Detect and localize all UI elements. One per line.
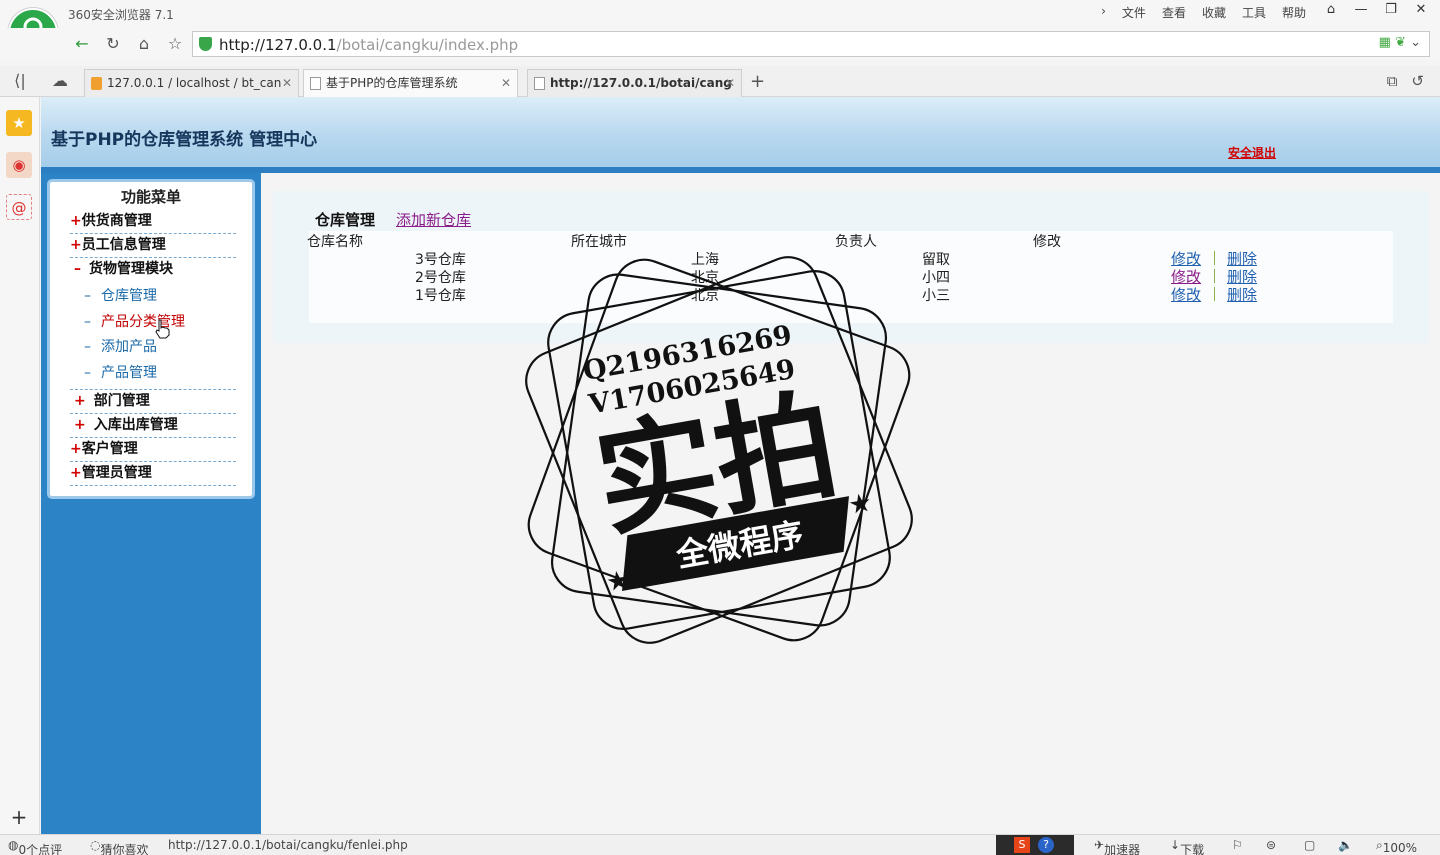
menu-item-suppliers[interactable]: +供货商管理 (70, 210, 236, 234)
tab-close-icon[interactable]: ✕ (282, 70, 292, 96)
menu-item-customers[interactable]: +客户管理 (70, 438, 236, 462)
tab-label: 127.0.0.1 / localhost / bt_can (107, 76, 282, 90)
status-bar: ◍ 0个点评 ◌ 猜你喜欢 http://127.0.0.1/botai/can… (0, 834, 1440, 855)
url-path: /botai/cangku/index.php (336, 36, 519, 54)
link-separator (1214, 269, 1215, 283)
sound-icon[interactable]: 🔈 (1338, 838, 1353, 852)
page-title: 基于PHP的仓库管理系统 管理中心 (51, 130, 318, 150)
skin-icon[interactable]: ⌂ (1320, 2, 1342, 17)
table-cell-name: 1号仓库 (415, 288, 466, 304)
table-cell-manager: 小三 (922, 288, 950, 304)
function-menu: 功能菜单 +供货商管理 +员工信息管理 – 货物管理模块 – 仓库管理 – 产品分类管… (47, 179, 255, 499)
sogou-icon[interactable]: S (1014, 837, 1030, 853)
left-panel: 功能菜单 +供货商管理 +员工信息管理 – 货物管理模块 – 仓库管理 – 产品分类管… (41, 173, 261, 834)
column-header-city: 所在城市 (571, 234, 627, 250)
add-sidebar-icon[interactable]: + (6, 804, 32, 830)
menu-item-stock[interactable]: + 入库出库管理 (70, 414, 236, 438)
download-button[interactable]: ↓ 下载 (1170, 838, 1204, 855)
tab-tools: ⧉ ↺ (1387, 72, 1424, 90)
url-extension-icons[interactable]: ▦ ❦ ⌄ (1379, 35, 1421, 50)
reviews-status[interactable]: ◍ 0个点评 (8, 838, 62, 855)
star-icon[interactable]: ☆ (163, 32, 187, 56)
collapse-sidebar-icon[interactable]: ⟨| (8, 69, 32, 93)
menu-item-departments[interactable]: + 部门管理 (70, 389, 236, 414)
menu-chevron-icon[interactable]: › (1097, 4, 1110, 21)
sub-item-warehouse[interactable]: – 仓库管理 (84, 285, 157, 307)
tab-label: http://127.0.0.1/botai/cang (550, 76, 732, 90)
page-header: 基于PHP的仓库管理系统 管理中心 安全退出 (41, 97, 1440, 173)
mail-icon[interactable]: @ (6, 194, 32, 220)
help-icon[interactable]: ? (1038, 837, 1054, 853)
section-title: 仓库管理 (315, 211, 376, 229)
column-header-edit: 修改 (1033, 234, 1061, 250)
link-separator (1214, 287, 1215, 301)
phpmyadmin-icon (91, 77, 102, 90)
table-cell-name: 2号仓库 (415, 270, 466, 286)
browser-title-bar: 360安全浏览器 7.1 › 文件 查看 收藏 工具 帮助 ⌂ — ❐ ✕ (0, 0, 1440, 28)
table-cell-manager: 小四 (922, 270, 950, 286)
tab-warehouse-system[interactable]: 基于PHP的仓库管理系统 ✕ (303, 69, 518, 97)
new-tab-icon[interactable]: + (750, 71, 765, 92)
menu-file[interactable]: 文件 (1118, 4, 1150, 21)
zoom-control[interactable]: ⌕ 100% (1376, 838, 1417, 855)
url-input[interactable]: http://127.0.0.1/botai/cangku/index.php … (192, 31, 1430, 57)
menu-help[interactable]: 帮助 (1278, 4, 1310, 21)
add-warehouse-link[interactable]: 添加新仓库 (396, 209, 471, 230)
browser-menu: › 文件 查看 收藏 工具 帮助 (1097, 4, 1310, 21)
close-button[interactable]: ✕ (1410, 2, 1432, 17)
address-bar: ← ↻ ⌂ ☆ http://127.0.0.1/botai/cangku/in… (0, 28, 1440, 60)
favorites-star-icon[interactable]: ★ (6, 110, 32, 136)
weibo-icon[interactable]: ◉ (6, 152, 32, 178)
table-cell-name: 3号仓库 (415, 252, 466, 268)
watermark-stamp: Q2196316269 V1706025649 实拍 全微程序 ★ ★ (525, 256, 913, 644)
sub-item-add-product[interactable]: – 添加产品 (84, 336, 157, 358)
tab-close-icon[interactable]: ✕ (725, 70, 735, 96)
ie-mode-icon[interactable]: ⊜ (1266, 838, 1276, 852)
tab-bar: ⟨| ☁ 127.0.0.1 / localhost / bt_can ✕ 基于… (0, 66, 1440, 97)
menu-tools[interactable]: 工具 (1238, 4, 1270, 21)
tab-label: 基于PHP的仓库管理系统 (326, 76, 458, 90)
url-host: http://127.0.0.1 (219, 36, 337, 54)
status-link-url: http://127.0.0.1/botai/cangku/fenlei.php (168, 838, 408, 852)
column-header-name: 仓库名称 (307, 234, 363, 250)
menu-view[interactable]: 查看 (1158, 4, 1190, 21)
table-cell-manager: 留取 (922, 252, 950, 268)
flag-icon[interactable]: ⚐ (1232, 838, 1243, 852)
home-icon[interactable]: ⌂ (132, 32, 156, 56)
back-arrow-icon[interactable]: ← (70, 32, 94, 56)
tab-phpmyadmin[interactable]: 127.0.0.1 / localhost / bt_can ✕ (84, 69, 299, 97)
sub-item-products[interactable]: – 产品管理 (84, 362, 157, 384)
maximize-button[interactable]: ❐ (1380, 2, 1402, 17)
cloud-icon[interactable]: ☁ (48, 69, 72, 93)
guess-status[interactable]: ◌ 猜你喜欢 (90, 838, 149, 855)
tab-close-icon[interactable]: ✕ (501, 70, 511, 96)
star-icon: ★ (846, 488, 874, 522)
edit-link[interactable]: 修改 (1171, 284, 1201, 305)
menu-item-goods[interactable]: – 货物管理模块 (70, 258, 236, 282)
security-shield-icon (199, 37, 212, 51)
menu-title: 功能菜单 (120, 188, 181, 206)
undo-close-icon[interactable]: ↺ (1411, 72, 1424, 90)
column-header-manager: 负责人 (835, 234, 877, 250)
browser-name: 360安全浏览器 7.1 (68, 8, 174, 22)
tab-list-icon[interactable]: ⧉ (1387, 72, 1398, 90)
minimize-button[interactable]: — (1350, 2, 1372, 17)
accelerator-button[interactable]: ✈ 加速器 (1094, 838, 1140, 855)
window-controls: ⌂ — ❐ ✕ (1320, 2, 1432, 17)
refresh-icon[interactable]: ↻ (101, 32, 125, 56)
page-icon (534, 77, 545, 90)
window-icon[interactable]: ▢ (1304, 838, 1315, 852)
menu-item-admins[interactable]: +管理员管理 (70, 462, 236, 486)
ime-toolbar[interactable]: S ? (996, 835, 1074, 855)
hand-cursor-icon (155, 319, 170, 339)
delete-link[interactable]: 删除 (1227, 284, 1257, 305)
browser-sidebar: ★ ◉ @ + (0, 97, 40, 834)
logout-link[interactable]: 安全退出 (1228, 144, 1276, 161)
link-separator (1214, 251, 1215, 265)
page-icon (310, 77, 321, 90)
menu-item-staff[interactable]: +员工信息管理 (70, 234, 236, 258)
tab-cangku[interactable]: http://127.0.0.1/botai/cang ✕ (527, 69, 742, 97)
menu-favorites[interactable]: 收藏 (1198, 4, 1230, 21)
